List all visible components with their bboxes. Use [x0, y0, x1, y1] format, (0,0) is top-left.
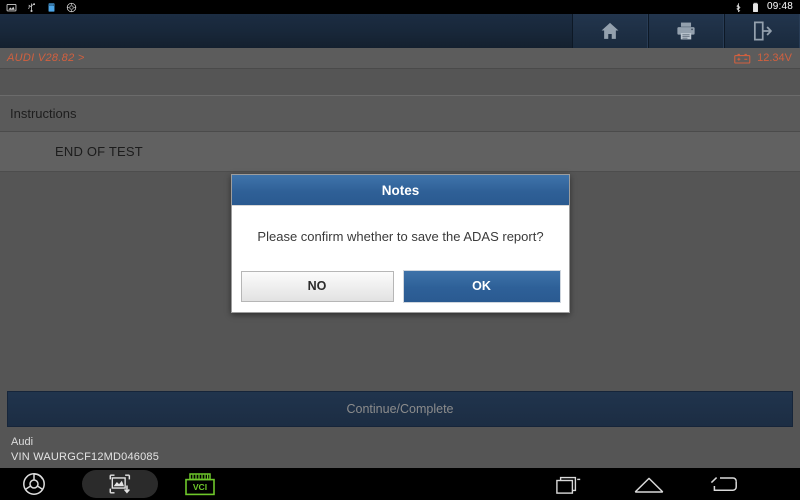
back-nav-icon[interactable] — [710, 476, 738, 494]
app-toolbar — [0, 14, 800, 48]
vehicle-info-footer: Audi VIN WAURGCF12MD046085 — [0, 432, 800, 468]
app-root: 09:48 AUDI V28.82 > 12.34V Instructions … — [0, 0, 800, 500]
battery-voltage-icon — [734, 53, 751, 64]
android-nav-bar: VCI — [0, 468, 800, 500]
adas-app-icon — [66, 2, 77, 12]
home-button[interactable] — [572, 14, 648, 48]
bluetooth-icon — [736, 2, 741, 12]
home-icon — [601, 22, 619, 39]
dialog-body: Please confirm whether to save the ADAS … — [232, 206, 569, 266]
dialog-title-bar: Notes — [232, 175, 569, 206]
section-header-label: Instructions — [10, 106, 77, 121]
section-header-instructions: Instructions — [0, 95, 800, 132]
home-nav-icon[interactable] — [634, 477, 664, 493]
table-row: END OF TEST — [0, 132, 800, 172]
android-status-bar: 09:48 — [0, 0, 800, 14]
print-button[interactable] — [648, 14, 724, 48]
dialog-actions: NO OK — [232, 266, 569, 312]
no-button[interactable]: NO — [240, 270, 394, 302]
continue-button-container: Continue/Complete — [0, 386, 800, 432]
battery-icon — [752, 2, 758, 12]
usb-icon — [28, 2, 35, 12]
svg-text:VCI: VCI — [193, 482, 207, 492]
screenshot-icon — [6, 3, 17, 11]
vehicle-software-strip: AUDI V28.82 > 12.34V — [0, 48, 800, 69]
screenshot-save-button[interactable] — [82, 470, 158, 498]
exit-icon — [753, 21, 772, 41]
vehicle-vin: VIN WAURGCF12MD046085 — [11, 451, 160, 463]
vci-icon[interactable]: VCI — [183, 473, 217, 496]
sdcard-icon — [48, 2, 55, 12]
voltage-value: 12.34V — [757, 52, 792, 64]
voltage-indicator: 12.34V — [734, 52, 800, 64]
status-bar-left-icons — [0, 2, 733, 13]
dialog-title: Notes — [381, 182, 420, 198]
printer-icon — [677, 22, 695, 40]
diag-logo-icon[interactable] — [22, 472, 46, 496]
continue-complete-button[interactable]: Continue/Complete — [7, 391, 793, 427]
ok-button[interactable]: OK — [402, 269, 561, 303]
status-bar-clock: 09:48 — [766, 1, 793, 12]
dialog-message: Please confirm whether to save the ADAS … — [257, 228, 544, 244]
vehicle-make: Audi — [11, 436, 34, 448]
screenshot-save-icon — [109, 474, 131, 494]
recents-icon[interactable] — [556, 476, 582, 494]
software-version-link[interactable]: AUDI V28.82 > — [0, 52, 85, 64]
status-bar-right: 09:48 — [733, 2, 800, 13]
row-label-end-of-test: END OF TEST — [55, 144, 143, 159]
notes-dialog: Notes Please confirm whether to save the… — [231, 174, 570, 313]
exit-button[interactable] — [724, 14, 800, 48]
